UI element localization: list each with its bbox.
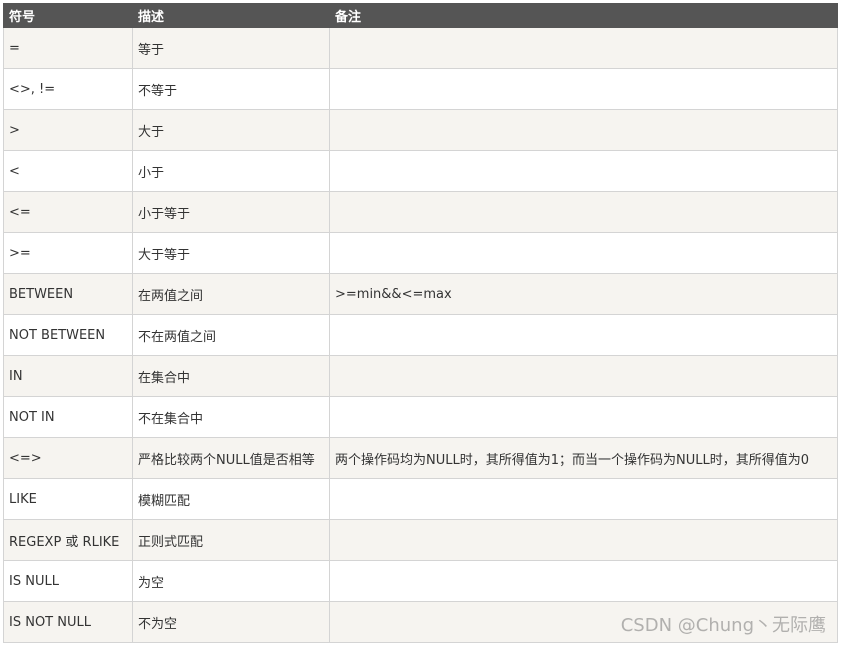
cell-description: 小于	[132, 150, 330, 192]
cell-description: 在两值之间	[132, 273, 330, 315]
cell-symbol: IN	[3, 355, 133, 397]
cell-remark: 两个操作码均为NULL时，其所得值为1；而当一个操作码为NULL时，其所得值为0	[329, 437, 838, 479]
operator-table-container: 符号 描述 备注 = 等于 <>, != 不等于 > 大于 < 小于 <= 小于…	[3, 3, 838, 643]
cell-symbol: <=	[3, 191, 133, 233]
cell-description: 为空	[132, 560, 330, 602]
cell-symbol: NOT IN	[3, 396, 133, 438]
table-row: = 等于	[3, 27, 838, 69]
cell-symbol: REGEXP 或 RLIKE	[3, 519, 133, 561]
table-row: NOT BETWEEN 不在两值之间	[3, 314, 838, 356]
cell-remark	[329, 478, 838, 520]
cell-remark	[329, 314, 838, 356]
cell-symbol: IS NOT NULL	[3, 601, 133, 643]
cell-remark	[329, 68, 838, 110]
table-row: <>, != 不等于	[3, 68, 838, 110]
cell-description: 等于	[132, 27, 330, 69]
cell-symbol: =	[3, 27, 133, 69]
cell-description: 小于等于	[132, 191, 330, 233]
table-row: <= 小于等于	[3, 191, 838, 233]
table-row: IS NULL 为空	[3, 560, 838, 602]
header-symbol: 符号	[3, 3, 133, 28]
cell-description: 正则式匹配	[132, 519, 330, 561]
table-row: >= 大于等于	[3, 232, 838, 274]
cell-remark	[329, 109, 838, 151]
table-row: NOT IN 不在集合中	[3, 396, 838, 438]
cell-remark	[329, 355, 838, 397]
cell-description: 在集合中	[132, 355, 330, 397]
table-header: 符号 描述 备注	[3, 3, 838, 28]
table-row: REGEXP 或 RLIKE 正则式匹配	[3, 519, 838, 561]
table-row: <=> 严格比较两个NULL值是否相等 两个操作码均为NULL时，其所得值为1；…	[3, 437, 838, 479]
cell-symbol: >	[3, 109, 133, 151]
cell-description: 大于	[132, 109, 330, 151]
table-row: IN 在集合中	[3, 355, 838, 397]
header-description: 描述	[132, 3, 330, 28]
cell-remark	[329, 232, 838, 274]
cell-remark	[329, 519, 838, 561]
cell-symbol: <>, !=	[3, 68, 133, 110]
operator-table: 符号 描述 备注 = 等于 <>, != 不等于 > 大于 < 小于 <= 小于…	[3, 3, 838, 643]
header-remark: 备注	[329, 3, 838, 28]
cell-remark	[329, 191, 838, 233]
cell-remark	[329, 27, 838, 69]
cell-symbol: <	[3, 150, 133, 192]
table-row: LIKE 模糊匹配	[3, 478, 838, 520]
cell-description: 模糊匹配	[132, 478, 330, 520]
table-row: BETWEEN 在两值之间 >=min&&<=max	[3, 273, 838, 315]
cell-symbol: IS NULL	[3, 560, 133, 602]
table-row: < 小于	[3, 150, 838, 192]
cell-remark	[329, 560, 838, 602]
cell-symbol: NOT BETWEEN	[3, 314, 133, 356]
header-row: 符号 描述 备注	[3, 3, 838, 28]
cell-remark	[329, 396, 838, 438]
cell-symbol: LIKE	[3, 478, 133, 520]
cell-symbol: <=>	[3, 437, 133, 479]
cell-symbol: >=	[3, 232, 133, 274]
cell-description: 不为空	[132, 601, 330, 643]
csdn-watermark: CSDN @Chung丶无际鹰	[620, 615, 826, 636]
cell-symbol: BETWEEN	[3, 273, 133, 315]
cell-description: 严格比较两个NULL值是否相等	[132, 437, 330, 479]
cell-description: 不等于	[132, 68, 330, 110]
cell-description: 不在两值之间	[132, 314, 330, 356]
table-row: > 大于	[3, 109, 838, 151]
cell-remark	[329, 150, 838, 192]
cell-remark: >=min&&<=max	[329, 273, 838, 315]
table-body: = 等于 <>, != 不等于 > 大于 < 小于 <= 小于等于 >= 大于等…	[3, 27, 838, 643]
cell-description: 大于等于	[132, 232, 330, 274]
cell-description: 不在集合中	[132, 396, 330, 438]
